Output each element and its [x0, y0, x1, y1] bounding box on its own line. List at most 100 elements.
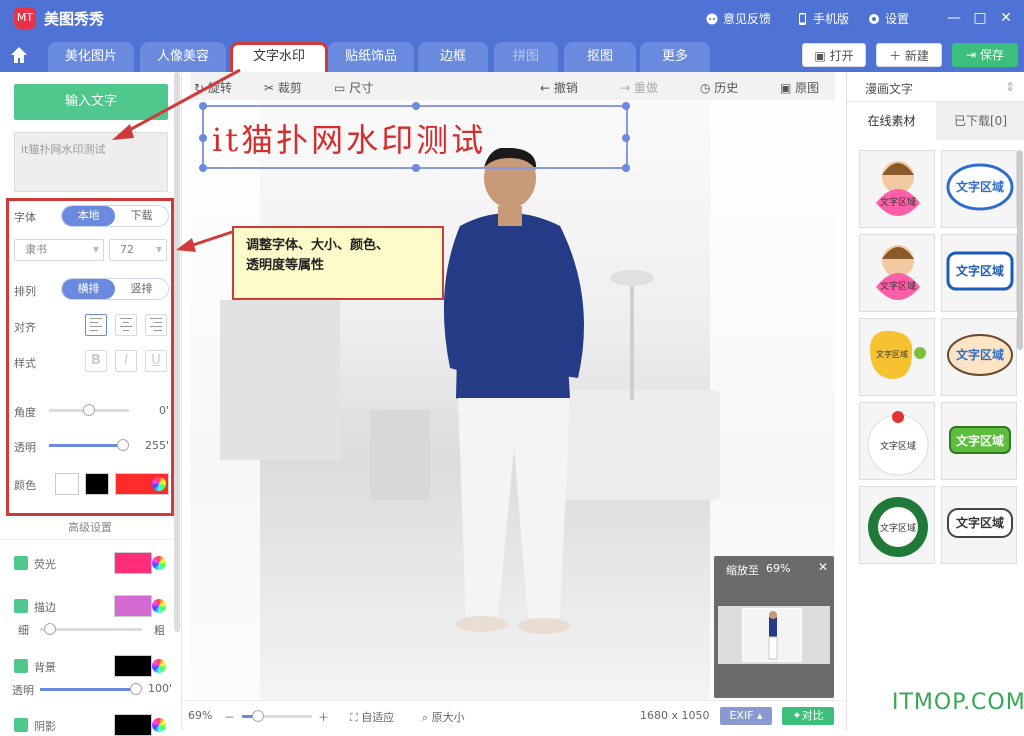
chat-icon: [706, 13, 718, 25]
plus-icon: ＋: [889, 49, 905, 63]
category-select[interactable]: 漫画文字 ⇕: [847, 72, 1024, 102]
resize-handle[interactable]: [412, 102, 420, 110]
redo-button: → 重做: [620, 81, 658, 95]
history-button[interactable]: ◷ 历史: [700, 79, 738, 96]
background-checkbox[interactable]: [14, 659, 28, 673]
right-panel-scrollbar[interactable]: [1017, 150, 1023, 350]
zoom-slider[interactable]: [242, 710, 312, 722]
sticker-item[interactable]: 文字区域: [941, 234, 1017, 312]
new-button[interactable]: ＋ 新建: [876, 43, 942, 67]
watermark-text-box[interactable]: it猫扑网水印测试: [199, 102, 630, 172]
italic-button[interactable]: I: [115, 350, 137, 372]
exif-button[interactable]: EXIF ▴: [720, 707, 772, 725]
palette-icon[interactable]: [152, 659, 166, 673]
maximize-icon[interactable]: □: [970, 8, 990, 28]
open-button[interactable]: ▣ 打开: [802, 43, 866, 67]
resize-handle[interactable]: [622, 164, 630, 172]
magnifier-icon: ⌕: [422, 711, 432, 724]
mobile-button[interactable]: 手机版: [796, 10, 849, 27]
zoom-in-icon[interactable]: ＋: [318, 709, 329, 725]
glow-label: 荧光: [34, 558, 56, 571]
stroke-thick-label: 粗: [154, 624, 165, 637]
sticker-item[interactable]: 文字区域: [859, 402, 935, 480]
tab-stickers[interactable]: 贴纸饰品: [328, 42, 414, 72]
layout-horizontal-option[interactable]: 横排: [62, 279, 115, 299]
resize-handle[interactable]: [622, 102, 630, 110]
compare-icon: ✦: [792, 709, 802, 722]
zoom-out-icon[interactable]: －: [224, 709, 235, 725]
bold-button[interactable]: B: [85, 350, 107, 372]
align-center-icon[interactable]: [115, 314, 137, 336]
advanced-settings-toggle[interactable]: 高级设置: [0, 516, 180, 540]
compare-button[interactable]: ✦对比: [782, 707, 834, 725]
palette-icon[interactable]: [152, 477, 166, 491]
style-label: 样式: [14, 357, 36, 370]
sticker-item[interactable]: 文字区域: [859, 150, 935, 228]
tab-more[interactable]: 更多: [640, 42, 710, 72]
layout-label: 排列: [14, 285, 36, 298]
lamp-pole: [630, 280, 634, 400]
stroke-width-slider[interactable]: [40, 623, 142, 635]
underline-button[interactable]: U: [145, 350, 167, 372]
background-color-swatch[interactable]: [114, 655, 152, 677]
color-swatch-black[interactable]: [85, 473, 109, 495]
opacity-slider[interactable]: [49, 439, 129, 451]
font-name-select[interactable]: 隶书 ▼: [14, 239, 104, 261]
tab-downloaded[interactable]: 已下载[0]: [936, 102, 1024, 140]
shadow-color-swatch[interactable]: [114, 714, 152, 736]
angle-slider-knob[interactable]: [83, 404, 95, 416]
opacity-slider-knob[interactable]: [117, 439, 129, 451]
site-watermark: ITMOP.COM: [892, 690, 1024, 715]
sticker-item[interactable]: 文字区域: [941, 150, 1017, 228]
original-button[interactable]: ▣ 原图: [780, 79, 819, 96]
resize-handle[interactable]: [412, 164, 420, 172]
tab-cutout[interactable]: 抠图: [564, 42, 636, 72]
color-swatch-white[interactable]: [55, 473, 79, 495]
stroke-color-swatch[interactable]: [114, 595, 152, 617]
sticker-item[interactable]: 文字区域: [941, 402, 1017, 480]
layout-toggle[interactable]: 横排 竖排: [61, 278, 169, 300]
stroke-slider-knob[interactable]: [44, 623, 56, 635]
sticker-item[interactable]: 文字区域: [859, 318, 935, 396]
bg-opacity-knob[interactable]: [130, 683, 142, 695]
zoom-slider-knob[interactable]: [252, 710, 264, 722]
close-icon[interactable]: ✕: [996, 8, 1016, 28]
crop-button[interactable]: ✂ 裁剪: [264, 79, 302, 96]
sticker-item[interactable]: 文字区域: [941, 486, 1017, 564]
app-title: 美图秀秀: [44, 10, 105, 28]
palette-icon[interactable]: [152, 599, 166, 613]
feedback-button[interactable]: 意见反馈: [706, 10, 771, 27]
sticker-item[interactable]: 文字区域: [941, 318, 1017, 396]
actual-size-button[interactable]: ⌕ 原大小: [422, 709, 465, 725]
settings-button[interactable]: 设置: [868, 10, 909, 27]
size-button[interactable]: ▭ 尺寸: [334, 79, 373, 96]
angle-slider[interactable]: [49, 404, 129, 416]
preview-viewport[interactable]: [742, 608, 802, 662]
app-logo: MT: [14, 7, 36, 29]
fit-button[interactable]: ⛶ 自适应: [350, 709, 394, 725]
align-left-icon[interactable]: [85, 314, 107, 336]
resize-handle[interactable]: [622, 134, 630, 142]
undo-icon: ←: [540, 81, 554, 95]
home-icon[interactable]: [8, 44, 30, 66]
fit-icon: ⛶: [350, 711, 362, 724]
bg-opacity-slider[interactable]: [40, 683, 142, 695]
shadow-label: 阴影: [34, 720, 56, 733]
image-dimensions: 1680 x 1050: [640, 709, 710, 722]
minimize-icon[interactable]: —: [944, 8, 964, 28]
close-icon[interactable]: ✕: [818, 560, 828, 574]
sticker-item[interactable]: 文字区域: [859, 486, 935, 564]
palette-icon[interactable]: [152, 556, 166, 570]
align-right-icon[interactable]: [145, 314, 167, 336]
opacity-value: 255': [145, 439, 170, 452]
save-button[interactable]: ⇥ 保存: [952, 43, 1018, 67]
glow-color-swatch[interactable]: [114, 552, 152, 574]
tab-online-materials[interactable]: 在线素材: [847, 102, 936, 140]
undo-button[interactable]: ← 撤销: [540, 79, 578, 96]
tab-frames[interactable]: 边框: [418, 42, 488, 72]
stroke-checkbox[interactable]: [14, 599, 28, 613]
layout-vertical-option[interactable]: 竖排: [115, 279, 168, 299]
sticker-item[interactable]: 文字区域: [859, 234, 935, 312]
glow-checkbox[interactable]: [14, 556, 28, 570]
svg-text:文字区域: 文字区域: [880, 440, 916, 452]
